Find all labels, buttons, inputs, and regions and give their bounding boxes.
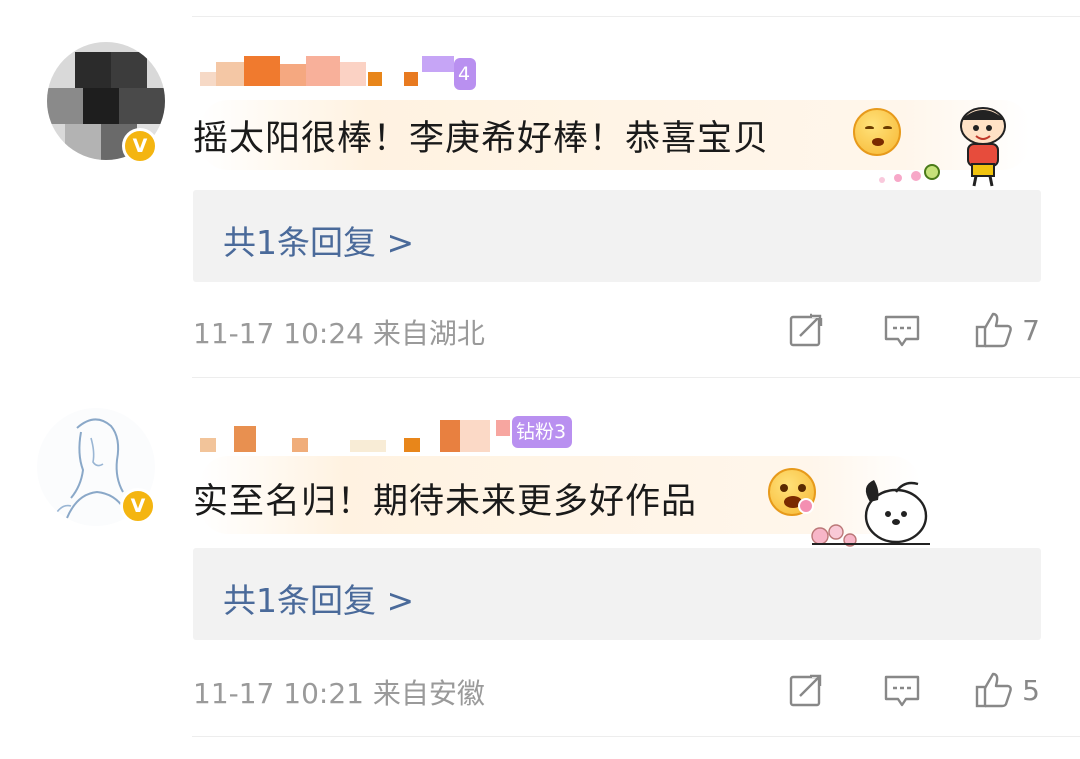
- fan-level-badge: 钻粉3: [512, 416, 573, 448]
- comment-time: 11-17 10:24: [193, 317, 364, 350]
- view-replies-link[interactable]: 共1条回复 >: [223, 574, 414, 622]
- comment-actions: 5: [786, 670, 1040, 710]
- fan-level-badge: 4: [454, 58, 477, 90]
- comment-meta: 11-17 10:24 来自湖北: [193, 312, 485, 352]
- comment-icon[interactable]: [882, 310, 922, 350]
- comment-actions: 7: [786, 310, 1040, 350]
- comment-text: 摇太阳很棒！李庚希好棒！恭喜宝贝: [193, 119, 770, 159]
- like-icon[interactable]: [974, 670, 1014, 710]
- cartoon-boy-sticker-icon: [879, 107, 1006, 187]
- comment-item: V 钻粉3 实至名归！期待未来更多好作品 共1条回复 > 11-17 10:21: [0, 378, 1080, 736]
- comment-icon[interactable]: [882, 670, 922, 710]
- like-icon[interactable]: [974, 310, 1014, 350]
- comment-location: 来自安徽: [372, 677, 485, 710]
- white-puppy-sticker-icon: [811, 480, 930, 547]
- view-replies-link[interactable]: 共1条回复 >: [223, 216, 414, 264]
- bottom-divider: [192, 736, 1080, 737]
- reply-preview-box[interactable]: 共1条回复 >: [193, 548, 1041, 640]
- verified-badge-icon: V: [122, 128, 158, 164]
- reply-preview-box[interactable]: 共1条回复 >: [193, 190, 1041, 282]
- comment-text: 实至名归！期待未来更多好作品: [193, 482, 698, 522]
- verified-badge-icon: V: [120, 488, 156, 524]
- comment-item: V 4 摇太阳很棒！李庚希好棒！恭喜宝贝 共1条回复 > 11-17 10:24…: [0, 0, 1080, 377]
- like-count: 5: [1022, 673, 1040, 707]
- like-count: 7: [1022, 313, 1040, 347]
- comment-meta: 11-17 10:21 来自安徽: [193, 672, 485, 712]
- repost-icon[interactable]: [786, 310, 826, 350]
- comment-time: 11-17 10:21: [193, 677, 364, 710]
- comment-location: 来自湖北: [372, 317, 485, 350]
- repost-icon[interactable]: [786, 670, 826, 710]
